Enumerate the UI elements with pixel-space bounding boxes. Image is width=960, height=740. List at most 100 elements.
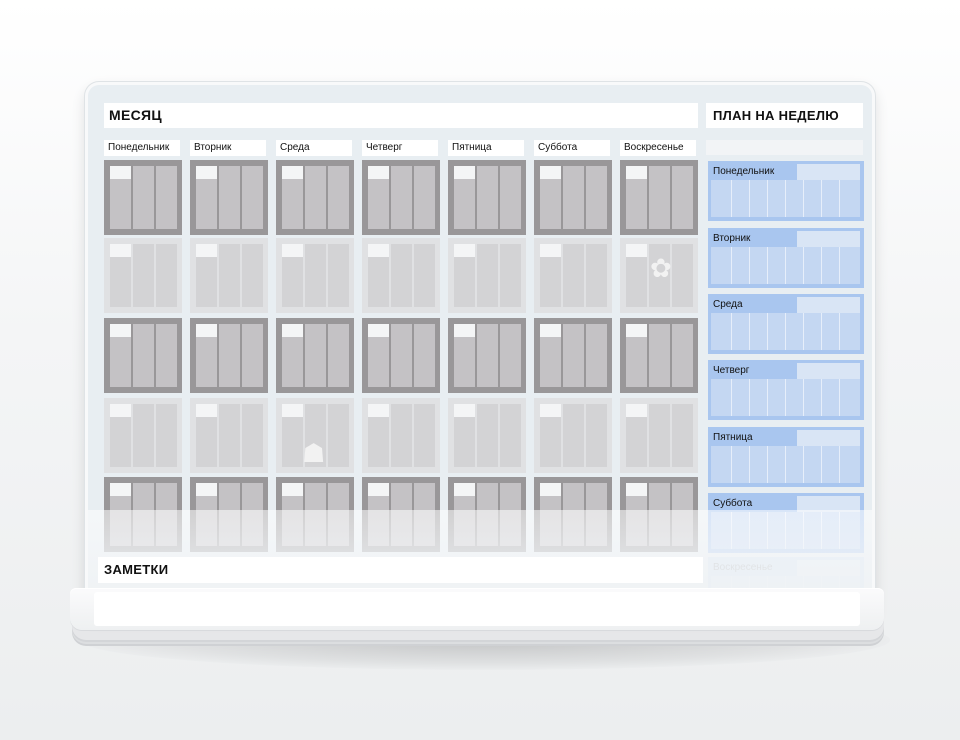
calendar-day-cell[interactable] [276, 160, 354, 235]
calendar-day-cell[interactable] [448, 160, 526, 235]
cat-icon: ☗ [302, 438, 326, 468]
week-plan-day-block[interactable]: Среда [708, 294, 864, 354]
cell-column [156, 404, 177, 467]
calendar-day-cell[interactable] [190, 160, 268, 235]
cell-column [586, 244, 607, 307]
calendar-day-cell[interactable] [104, 238, 182, 313]
cell-column [305, 166, 326, 229]
calendar-day-cell[interactable] [448, 398, 526, 473]
week-plan-divider [731, 379, 732, 416]
week-plan-divider [785, 379, 786, 416]
calendar-day-cell[interactable] [362, 398, 440, 473]
week-plan-divider [731, 313, 732, 350]
planner-sheet: МЕСЯЦ ПЛАН НА НЕДЕЛЮ Понедельник Вторник… [88, 85, 872, 614]
calendar-day-cell[interactable] [190, 398, 268, 473]
week-plan-day-block[interactable]: Пятница [708, 427, 864, 487]
calendar-day-cell[interactable] [620, 160, 698, 235]
planner-bottom-edge [70, 588, 884, 630]
cell-column [328, 166, 349, 229]
calendar-day-cell[interactable] [104, 160, 182, 235]
week-plan-divider [839, 379, 840, 416]
cell-column [328, 324, 349, 387]
calendar-day-cell[interactable] [190, 238, 268, 313]
calendar-day-cell[interactable] [534, 238, 612, 313]
day-header-tuesday: Вторник [190, 140, 266, 156]
cell-column [563, 166, 584, 229]
cell-column [133, 244, 154, 307]
calendar-day-cell[interactable] [362, 238, 440, 313]
cell-date-box [368, 404, 389, 417]
cell-column [586, 166, 607, 229]
week-plan-day-block[interactable]: Вторник [708, 228, 864, 288]
cell-column [477, 166, 498, 229]
week-plan-day-block[interactable]: Четверг [708, 360, 864, 420]
cell-date-box [368, 244, 389, 257]
calendar-day-cell[interactable] [362, 318, 440, 393]
day-header-thursday: Четверг [362, 140, 438, 156]
cell-date-box [540, 166, 561, 179]
cell-column [242, 244, 263, 307]
cell-column [219, 404, 240, 467]
week-plan-day-header-box [797, 297, 860, 313]
cell-column [649, 324, 670, 387]
calendar-day-cell[interactable] [534, 318, 612, 393]
week-plan-divider [749, 247, 750, 284]
week-plan-sub-bar [706, 140, 863, 155]
day-header-saturday: Суббота [534, 140, 610, 156]
cell-date-box [110, 324, 131, 337]
week-plan-day-block[interactable]: Понедельник [708, 161, 864, 221]
cell-column [219, 244, 240, 307]
cell-column [328, 404, 349, 467]
week-plan-divider [803, 446, 804, 483]
week-plan-divider [749, 379, 750, 416]
cell-date-box [282, 244, 303, 257]
cell-date-box [110, 244, 131, 257]
cell-date-box [282, 166, 303, 179]
cell-date-box [626, 166, 647, 179]
calendar-day-cell[interactable] [104, 398, 182, 473]
cell-date-box [454, 244, 475, 257]
week-plan-divider [839, 313, 840, 350]
calendar-day-cell[interactable] [448, 238, 526, 313]
cell-date-box [282, 324, 303, 337]
cell-date-box [110, 404, 131, 417]
month-title-bar: МЕСЯЦ [104, 103, 698, 128]
cell-column [133, 324, 154, 387]
calendar-day-cell[interactable] [534, 398, 612, 473]
cell-date-box [626, 324, 647, 337]
calendar-day-cell[interactable] [190, 318, 268, 393]
calendar-day-cell[interactable] [276, 318, 354, 393]
calendar-day-cell[interactable] [620, 318, 698, 393]
week-plan-divider [803, 247, 804, 284]
calendar-day-cell[interactable] [362, 160, 440, 235]
week-plan-divider [839, 446, 840, 483]
cell-column [500, 244, 521, 307]
day-header-sunday: Воскресенье [620, 140, 696, 156]
week-plan-divider [821, 247, 822, 284]
calendar-day-cell[interactable] [448, 318, 526, 393]
week-plan-divider [821, 446, 822, 483]
calendar-day-cell[interactable] [620, 398, 698, 473]
calendar-day-cell[interactable] [104, 318, 182, 393]
week-plan-day-label: Четверг [713, 365, 750, 376]
cell-date-box [196, 166, 217, 179]
cell-date-box [626, 483, 647, 496]
calendar-day-cell[interactable] [276, 238, 354, 313]
cell-date-box [196, 483, 217, 496]
cell-column [414, 324, 435, 387]
cell-column [391, 324, 412, 387]
week-plan-divider [749, 313, 750, 350]
cell-date-box [196, 404, 217, 417]
cell-column [586, 324, 607, 387]
cell-date-box [110, 483, 131, 496]
week-plan-divider [767, 446, 768, 483]
week-plan-divider [731, 247, 732, 284]
week-plan-divider [803, 313, 804, 350]
cell-column [391, 244, 412, 307]
cell-date-box [110, 166, 131, 179]
cell-date-box [540, 324, 561, 337]
cell-column [156, 166, 177, 229]
cell-column [563, 324, 584, 387]
cell-column [242, 404, 263, 467]
calendar-day-cell[interactable] [534, 160, 612, 235]
